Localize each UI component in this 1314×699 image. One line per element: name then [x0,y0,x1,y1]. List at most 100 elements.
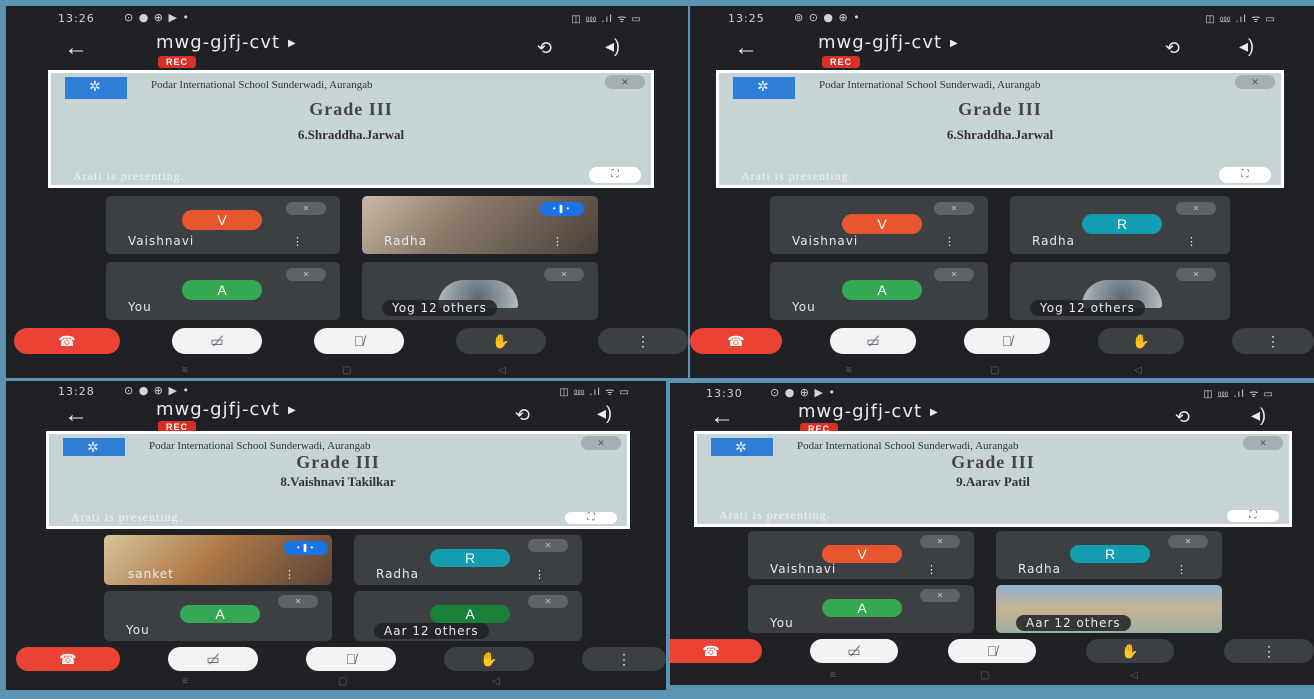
participant-tile[interactable]: •❚• sanket ⋮ [104,535,332,585]
android-nav-bar: ≡ ▢ ◁ [6,365,688,378]
mic-off-button[interactable]: 🎙̸ [948,639,1036,663]
switch-camera-icon[interactable]: ⟲ [1165,38,1180,59]
others-count[interactable]: Aar 12 others [1016,615,1131,631]
android-nav-bar: ≡ ▢ ◁ [6,676,666,689]
participant-tile[interactable]: ✕ A You [770,262,988,320]
nav-home-icon[interactable]: ▢ [338,676,347,687]
fullscreen-icon[interactable]: ⛶ [589,167,641,183]
nav-home-icon[interactable]: ▢ [980,670,989,681]
nav-recent-icon[interactable]: ≡ [182,676,188,687]
participant-tile[interactable]: ✕ Yog 12 others [362,262,598,320]
participant-tile[interactable]: ✕ Yog 12 others [1010,262,1230,320]
participant-tile[interactable]: ✕ A Aar 12 others [354,591,582,641]
back-arrow-icon[interactable]: ← [734,34,758,62]
participant-tile[interactable]: ✕ V Vaishnavi ⋮ [748,531,974,579]
end-call-button[interactable]: ☎ [670,639,762,663]
more-options-button[interactable]: ⋮ [1232,328,1314,354]
more-options-icon[interactable]: ⋮ [1186,235,1197,248]
more-options-icon[interactable]: ⋮ [534,568,545,581]
presentation-tile[interactable]: Podar International School Sunderwadi, A… [46,431,630,529]
raise-hand-button[interactable]: ✋ [444,647,534,671]
more-options-button[interactable]: ⋮ [582,647,666,671]
participant-tile[interactable]: ✕ R Radha ⋮ [996,531,1222,579]
nav-back-icon[interactable]: ◁ [1134,365,1142,376]
participant-tile[interactable]: ✕ R Radha ⋮ [1010,196,1230,254]
more-options-button[interactable]: ⋮ [1224,639,1314,663]
participant-tile[interactable]: ✕ A You [104,591,332,641]
back-arrow-icon[interactable]: ← [64,34,88,62]
mic-off-button[interactable]: 🎙̸ [306,647,396,671]
meeting-code[interactable]: mwg-gjfj-cvt ▶ [798,401,939,422]
camera-off-button[interactable]: ▭̸ [810,639,898,663]
more-options-button[interactable]: ⋮ [598,328,688,354]
camera-off-button[interactable]: ▭̸ [172,328,262,354]
more-options-icon[interactable]: ⋮ [552,235,563,248]
presentation-tile[interactable]: Podar International School Sunderwadi, A… [716,70,1284,188]
more-options-icon[interactable]: ⋮ [944,235,955,248]
caret-right-icon: ▶ [950,37,959,49]
others-count[interactable]: Yog 12 others [382,300,497,316]
meeting-code[interactable]: mwg-gjfj-cvt ▶ [818,32,959,53]
raise-hand-button[interactable]: ✋ [456,328,546,354]
mic-off-button[interactable]: 🎙̸ [964,328,1050,354]
fullscreen-icon[interactable]: ⛶ [565,512,617,524]
presentation-tile[interactable]: Podar International School Sunderwadi, A… [48,70,654,188]
raise-hand-button[interactable]: ✋ [1098,328,1184,354]
participant-tile[interactable]: ✕ V Vaishnavi ⋮ [106,196,340,254]
more-options-icon[interactable]: ⋮ [284,568,295,581]
fullscreen-icon[interactable]: ⛶ [1227,510,1279,522]
switch-camera-icon[interactable]: ⟲ [537,38,552,59]
call-controls: ☎ ▭̸ 🎙̸ ✋ ⋮ [6,647,666,681]
participant-tile[interactable]: ✕ A You [748,585,974,633]
end-call-button[interactable]: ☎ [14,328,120,354]
audio-output-icon[interactable]: ◂) [1251,405,1266,426]
nav-home-icon[interactable]: ▢ [990,365,999,376]
nav-back-icon[interactable]: ◁ [498,365,506,376]
school-logo [65,77,127,99]
others-label: 12 others [1054,616,1121,630]
participant-tile[interactable]: ✕ V Vaishnavi ⋮ [770,196,988,254]
nav-recent-icon[interactable]: ≡ [846,365,852,376]
switch-camera-icon[interactable]: ⟲ [515,405,530,426]
participant-tile[interactable]: •❚• Radha ⋮ [362,196,598,254]
mic-off-icon: ✕ [1176,202,1216,215]
nav-back-icon[interactable]: ◁ [1130,670,1138,681]
avatar: A [430,605,510,623]
presenting-label: Arati is presenting. [71,510,183,524]
end-call-button[interactable]: ☎ [16,647,120,671]
nav-recent-icon[interactable]: ≡ [830,670,836,681]
avatar: V [842,214,922,234]
camera-off-button[interactable]: ▭̸ [830,328,916,354]
mic-off-icon: ✕ [920,589,960,602]
more-options-icon[interactable]: ⋮ [292,235,303,248]
slide-student: 6.Shraddha.Jarwal [297,127,405,142]
status-system-icons: ◫ ⅏ .ıl ᯤ ▭ [1205,14,1276,25]
nav-back-icon[interactable]: ◁ [492,676,500,687]
avatar: R [1082,214,1162,234]
back-arrow-icon[interactable]: ← [710,403,734,431]
meeting-code[interactable]: mwg-gjfj-cvt ▶ [156,32,297,53]
camera-off-button[interactable]: ▭̸ [168,647,258,671]
meeting-code[interactable]: mwg-gjfj-cvt ▶ [156,399,297,420]
participant-tile[interactable]: ✕ R Radha ⋮ [354,535,582,585]
mic-off-button[interactable]: 🎙̸ [314,328,404,354]
audio-output-icon[interactable]: ◂) [597,403,612,424]
mic-off-icon: ✕ [1176,268,1216,281]
others-count[interactable]: Yog 12 others [1030,300,1145,316]
more-options-icon[interactable]: ⋮ [1176,563,1187,576]
meet-screenshot-4: 13:30 ⊙ ● ⊕ ▶ • ◫ ⅏ .ıl ᯤ ▭ ← mwg-gjfj-c… [670,383,1314,685]
more-options-icon[interactable]: ⋮ [926,563,937,576]
presentation-tile[interactable]: Podar International School Sunderwadi, A… [694,431,1292,527]
audio-output-icon[interactable]: ◂) [605,36,620,57]
nav-recent-icon[interactable]: ≡ [182,365,188,376]
others-count[interactable]: Aar 12 others [374,623,489,639]
participant-tile[interactable]: Aar 12 others [996,585,1222,633]
back-arrow-icon[interactable]: ← [64,401,88,429]
end-call-button[interactable]: ☎ [690,328,782,354]
fullscreen-icon[interactable]: ⛶ [1219,167,1271,183]
audio-output-icon[interactable]: ◂) [1239,36,1254,57]
raise-hand-button[interactable]: ✋ [1086,639,1174,663]
participant-tile[interactable]: ✕ A You [106,262,340,320]
switch-camera-icon[interactable]: ⟲ [1175,407,1190,428]
nav-home-icon[interactable]: ▢ [342,365,351,376]
